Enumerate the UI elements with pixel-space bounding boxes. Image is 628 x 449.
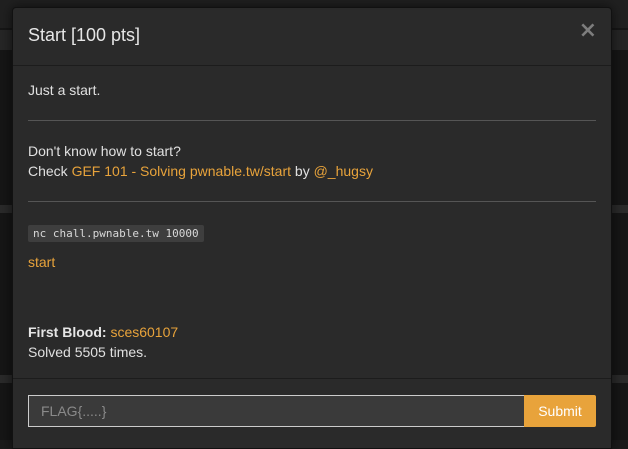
modal-footer: Submit [13, 378, 611, 449]
modal-title: Start [100 pts] [28, 25, 141, 45]
help-text: Don't know how to start? [28, 143, 181, 159]
divider [28, 201, 596, 202]
help-prefix: Check [28, 163, 72, 179]
flag-input[interactable] [28, 395, 524, 427]
help-by: by [291, 163, 314, 179]
close-icon[interactable]: × [579, 20, 597, 42]
author-link[interactable]: @_hugsy [314, 163, 373, 179]
connection-command: nc chall.pwnable.tw 10000 [28, 225, 204, 242]
divider [28, 120, 596, 121]
solve-count: Solved 5505 times. [28, 344, 148, 360]
challenge-description: Just a start. [28, 82, 101, 98]
first-blood-label: First Blood: [28, 324, 111, 340]
help-line: Check GEF 101 - Solving pwnable.tw/start… [28, 163, 373, 179]
download-file-link[interactable]: start [28, 254, 55, 270]
challenge-modal: Start [100 pts] × Just a start. Don't kn… [12, 7, 612, 449]
writeup-link[interactable]: GEF 101 - Solving pwnable.tw/start [72, 163, 291, 179]
first-blood-user-link[interactable]: sces60107 [110, 324, 178, 340]
modal-header: Start [100 pts] × [13, 8, 611, 66]
submit-button[interactable]: Submit [524, 395, 596, 427]
first-blood: First Blood: sces60107 [28, 324, 178, 340]
